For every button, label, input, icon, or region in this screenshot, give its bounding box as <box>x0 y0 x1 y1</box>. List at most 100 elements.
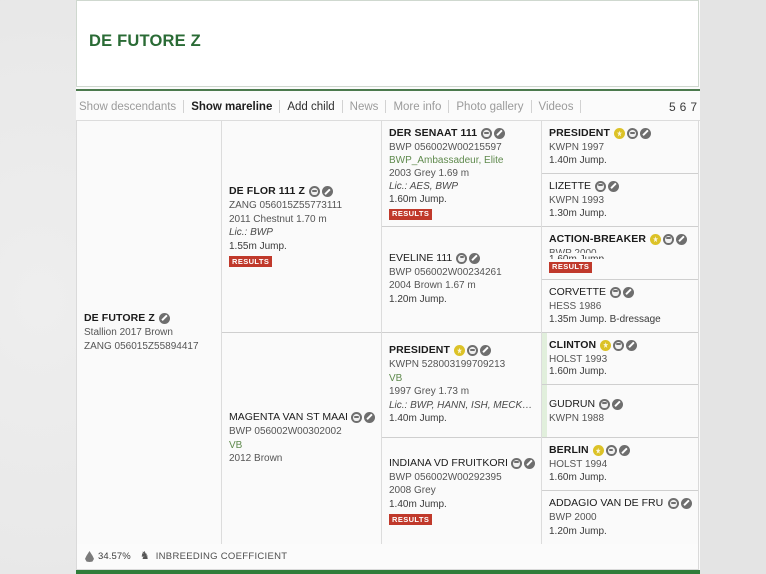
star-icon[interactable] <box>650 233 662 245</box>
nav-show-descendants[interactable]: Show descendants <box>76 100 183 114</box>
horse-detail-line: Lic.: BWP, HANN, ISH, MECKL, OLDBG,... <box>389 399 535 411</box>
pedigree-cell[interactable]: ADDAGIO VAN DE FRUITKORF BWP 20001.20m Ju… <box>542 491 698 544</box>
secondary-nav: Show descendants Show mareline Add child… <box>76 93 700 120</box>
pedigree-cell[interactable]: LIZETTE KWPN 1993 1.30m Jump. <box>542 174 698 227</box>
nav-separator <box>580 100 582 113</box>
pen-icon[interactable] <box>524 457 535 469</box>
horse-title-card: DE FUTORE Z <box>76 0 699 87</box>
results-badge[interactable]: RESULTS <box>389 514 433 526</box>
horse-name[interactable]: CLINTON <box>549 339 692 352</box>
pedigree-cell[interactable]: EVELINE 111 BWP 056002W00234261 2004 Brown… <box>382 227 541 333</box>
pen-icon[interactable] <box>158 313 170 324</box>
nav-news[interactable]: News <box>343 100 386 114</box>
horse-name[interactable]: GUDRUN <box>549 398 692 411</box>
horse-icon[interactable] <box>605 445 617 457</box>
pen-icon[interactable] <box>480 345 491 357</box>
pedigree-cell[interactable]: ACTION-BREAKERBWP 20001.60m Jump.RESULTS <box>542 227 698 280</box>
horse-icon[interactable] <box>595 180 607 192</box>
horse-icon-group <box>456 252 481 264</box>
horse-name[interactable]: BERLIN <box>549 444 692 457</box>
horse-name-text: ADDAGIO VAN DE FRUITKORF <box>549 497 664 510</box>
horse-icon[interactable] <box>309 186 320 198</box>
pedigree-cell[interactable]: INDIANA VD FRUITKORF BWP 056002W00292395 2… <box>382 438 541 544</box>
pedigree-cell[interactable]: DE FUTORE Z Stallion 2017 Brown ZANG 05601… <box>77 121 221 544</box>
horse-icon[interactable] <box>456 252 468 264</box>
horse-name[interactable]: LIZETTE <box>549 180 692 193</box>
horse-icon[interactable] <box>609 286 621 298</box>
horse-name[interactable]: PRESIDENT <box>389 344 535 357</box>
horse-detail-line: 1.40m Jump. <box>549 154 607 166</box>
horse-icon-group <box>592 445 630 457</box>
generation-option-6[interactable]: 6 <box>680 100 687 114</box>
pen-icon[interactable] <box>676 233 688 245</box>
pen-icon[interactable] <box>469 252 481 264</box>
pen-icon[interactable] <box>681 498 692 510</box>
results-badge[interactable]: RESULTS <box>549 261 593 273</box>
pen-icon[interactable] <box>364 412 375 423</box>
title-underline <box>76 89 700 91</box>
generation-option-5[interactable]: 5 <box>669 100 676 114</box>
horse-name[interactable]: CORVETTE <box>549 286 692 299</box>
pedigree-cell[interactable]: MAGENTA VAN ST MAARTEN BWP 056002W0030200… <box>222 333 381 545</box>
pen-icon[interactable] <box>612 398 624 410</box>
pedigree-cell[interactable]: CLINTON HOLST 1993 1.60m Jump. <box>542 333 698 386</box>
horse-icon[interactable] <box>351 412 362 423</box>
horse-name[interactable]: DER SENAAT 111 <box>389 127 535 140</box>
pen-icon[interactable] <box>622 286 634 298</box>
pedigree-cell[interactable]: PRESIDENT KWPN 528003199709213 VB 1997 Grey… <box>382 333 541 439</box>
star-icon[interactable] <box>454 345 465 357</box>
horse-name[interactable]: ADDAGIO VAN DE FRUITKORF <box>549 497 692 510</box>
results-badge[interactable]: RESULTS <box>389 208 433 220</box>
horse-detail-line: 1.30m Jump. <box>549 207 607 219</box>
nav-add-child[interactable]: Add child <box>280 100 341 114</box>
horse-icon[interactable] <box>481 128 493 139</box>
horse-icon[interactable] <box>613 339 625 351</box>
nav-photo-gallery[interactable]: Photo gallery <box>449 100 530 114</box>
pedigree-cell[interactable]: CORVETTE HESS 1986 1.35m Jump. B-dressage <box>542 280 698 333</box>
horse-detail-line: BWP 056002W00234261 <box>389 266 502 278</box>
star-icon[interactable] <box>614 128 625 139</box>
horse-detail-line: HOLST 1993 <box>549 353 608 365</box>
horse-detail-line: VB <box>229 439 243 451</box>
pedigree-cell[interactable]: DE FLOR 111 Z ZANG 056015Z55773111 2011 Ch… <box>222 121 381 333</box>
horse-name[interactable]: PRESIDENT <box>549 127 692 140</box>
pen-icon[interactable] <box>608 180 620 192</box>
star-icon[interactable] <box>592 445 604 457</box>
generation-option-7[interactable]: 7 <box>690 100 697 114</box>
horse-icon-group <box>668 498 692 510</box>
pen-icon[interactable] <box>626 339 638 351</box>
horse-icon[interactable] <box>663 233 675 245</box>
pedigree-cell[interactable]: DER SENAAT 111 BWP 056002W00215597 BWP_Amb… <box>382 121 541 227</box>
horse-detail-line: Lic.: BWP <box>229 227 273 239</box>
horse-name[interactable]: MAGENTA VAN ST MAARTEN <box>229 411 375 424</box>
horse-name-text: PRESIDENT <box>389 344 450 357</box>
nav-show-mareline[interactable]: Show mareline <box>184 100 279 114</box>
horse-icon-group <box>609 286 634 298</box>
pedigree-cell[interactable]: GUDRUN KWPN 1988 <box>542 385 698 439</box>
pen-icon[interactable] <box>322 186 333 198</box>
nav-more-info[interactable]: More info <box>386 100 448 114</box>
horse-name[interactable]: DE FUTORE Z <box>84 312 215 325</box>
horse-icon[interactable] <box>599 398 611 410</box>
horse-name[interactable]: EVELINE 111 <box>389 252 535 265</box>
horse-name[interactable]: DE FLOR 111 Z <box>229 185 375 198</box>
horse-icon[interactable] <box>467 345 478 357</box>
horse-name[interactable]: ACTION-BREAKER <box>549 233 692 246</box>
inbreeding-footer: 34.57% ♞ INBREEDING COEFFICIENT <box>76 544 699 570</box>
pen-icon[interactable] <box>618 445 630 457</box>
horse-icon[interactable] <box>511 457 522 469</box>
horse-detail-line: HESS 1986 <box>549 300 602 312</box>
horse-detail-line: BWP 056002W00215597 <box>389 142 502 153</box>
horse-name-text: GUDRUN <box>549 397 596 410</box>
star-icon[interactable] <box>600 339 612 351</box>
pedigree-page-frame: DE FUTORE Z Show descendants Show mareli… <box>76 0 700 574</box>
pedigree-cell[interactable]: BERLIN HOLST 1994 1.60m Jump. <box>542 438 698 492</box>
results-badge[interactable]: RESULTS <box>229 256 273 268</box>
horse-name[interactable]: INDIANA VD FRUITKORF <box>389 457 535 470</box>
horse-icon[interactable] <box>627 128 638 139</box>
pedigree-cell[interactable]: PRESIDENT KWPN 1997 1.40m Jump. <box>542 121 698 174</box>
horse-icon[interactable] <box>668 498 679 510</box>
pen-icon[interactable] <box>640 128 651 139</box>
pen-icon[interactable] <box>494 128 506 139</box>
nav-videos[interactable]: Videos <box>532 100 581 114</box>
